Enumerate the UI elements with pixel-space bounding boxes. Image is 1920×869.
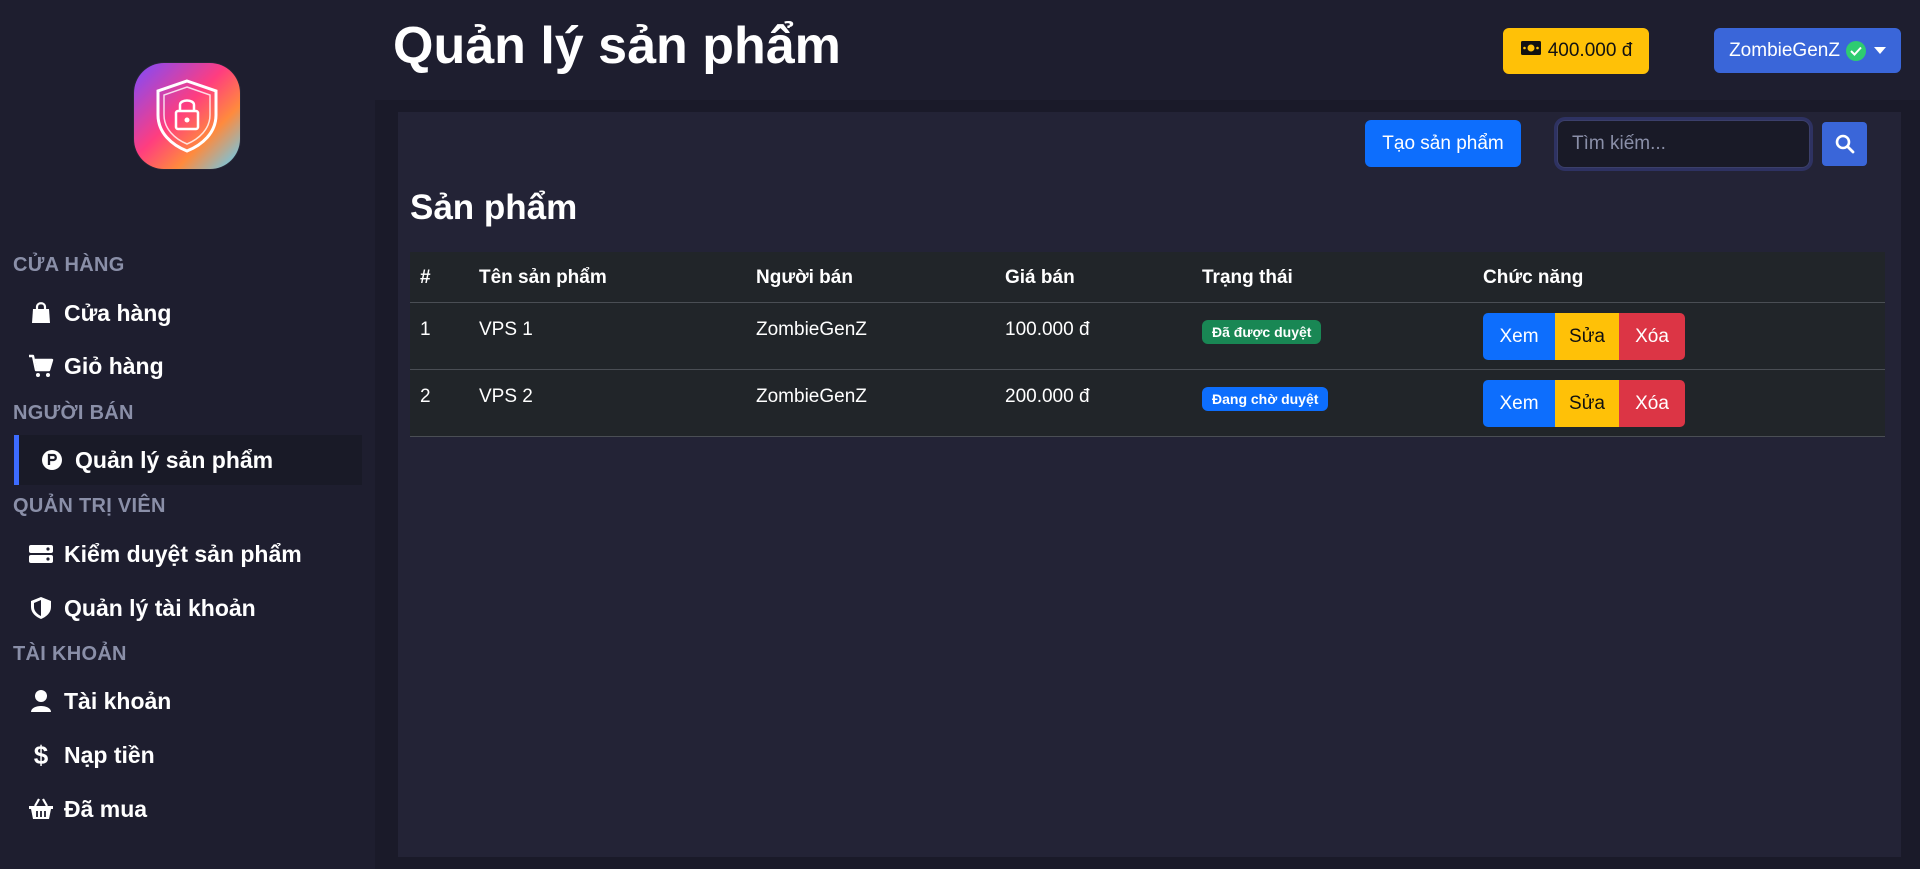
- sidebar-item-label: Quản lý tài khoản: [64, 594, 256, 621]
- sidebar-item-purchased[interactable]: Đã mua: [14, 784, 362, 834]
- table-row: 2 VPS 2 ZombieGenZ 200.000 đ Đang chờ du…: [410, 370, 1885, 437]
- section-label-store: CỬA HÀNG: [13, 254, 125, 276]
- table-row: 1 VPS 1 ZombieGenZ 100.000 đ Đã được duy…: [410, 303, 1885, 370]
- column-header-index: #: [420, 267, 431, 288]
- content-card: [398, 112, 1901, 857]
- basket-icon: [28, 796, 54, 822]
- product-name: VPS 1: [479, 319, 533, 340]
- sidebar-item-cart[interactable]: Giỏ hàng: [14, 341, 362, 391]
- search-input[interactable]: [1557, 120, 1810, 168]
- sidebar-item-label: Tài khoản: [64, 687, 172, 714]
- delete-button[interactable]: Xóa: [1619, 313, 1685, 360]
- product-name: VPS 2: [479, 386, 533, 407]
- sidebar-item-store[interactable]: Cửa hàng: [14, 288, 362, 338]
- user-icon: [28, 688, 54, 714]
- sidebar: CỬA HÀNG Cửa hàng Giỏ hàng NGƯỜI BÁN Quả…: [0, 0, 375, 869]
- column-header-actions: Chức năng: [1483, 267, 1584, 288]
- status-badge: Đã được duyệt: [1202, 320, 1322, 344]
- sidebar-item-label: Nạp tiền: [64, 741, 155, 768]
- search-button[interactable]: [1822, 122, 1867, 166]
- sidebar-item-label: Cửa hàng: [64, 299, 172, 326]
- search-icon: [1835, 134, 1854, 154]
- sidebar-item-deposit[interactable]: $ Nạp tiền: [14, 730, 362, 780]
- column-header-status: Trạng thái: [1202, 267, 1293, 288]
- create-product-button[interactable]: Tạo sản phẩm: [1365, 120, 1521, 167]
- username: ZombieGenZ: [1729, 39, 1840, 61]
- section-label-seller: NGƯỜI BÁN: [13, 402, 134, 424]
- dollar-icon: $: [33, 739, 49, 770]
- page-title: Quản lý sản phẩm: [393, 17, 841, 75]
- balance-amount: 400.000 đ: [1547, 40, 1633, 61]
- table-header: # Tên sản phẩm Người bán Giá bán Trạng t…: [410, 252, 1885, 303]
- seller-name: ZombieGenZ: [756, 386, 867, 407]
- user-menu-button[interactable]: ZombieGenZ: [1714, 28, 1901, 73]
- product-hunt-icon: [39, 447, 65, 473]
- product-price: 200.000 đ: [1005, 386, 1090, 407]
- sidebar-item-product-review[interactable]: Kiểm duyệt sản phẩm: [14, 529, 362, 579]
- sidebar-item-account[interactable]: Tài khoản: [14, 676, 362, 726]
- chevron-down-icon: [1873, 47, 1886, 54]
- status-badge: Đang chờ duyệt: [1202, 387, 1329, 411]
- money-bill-icon: [1520, 40, 1542, 62]
- logo[interactable]: [134, 63, 240, 169]
- section-title: Sản phẩm: [410, 188, 578, 227]
- edit-button[interactable]: Sửa: [1555, 313, 1619, 360]
- products-table: # Tên sản phẩm Người bán Giá bán Trạng t…: [410, 252, 1885, 437]
- column-header-price: Giá bán: [1005, 267, 1075, 288]
- row-index: 1: [420, 319, 431, 340]
- row-index: 2: [420, 386, 431, 407]
- seller-name: ZombieGenZ: [756, 319, 867, 340]
- sidebar-item-product-management[interactable]: Quản lý sản phẩm: [14, 435, 362, 485]
- product-price: 100.000 đ: [1005, 319, 1090, 340]
- section-label-account: TÀI KHOẢN: [13, 643, 127, 665]
- edit-button[interactable]: Sửa: [1555, 380, 1619, 427]
- shopping-bag-icon: [28, 300, 54, 326]
- sidebar-item-label: Đã mua: [64, 795, 148, 822]
- section-label-admin: QUẢN TRỊ VIÊN: [13, 495, 166, 517]
- shield-lock-icon: [156, 79, 218, 153]
- server-icon: [28, 541, 54, 567]
- column-header-seller: Người bán: [756, 267, 853, 288]
- sidebar-item-label: Kiểm duyệt sản phẩm: [64, 540, 302, 567]
- column-header-name: Tên sản phẩm: [479, 267, 607, 288]
- view-button[interactable]: Xem: [1483, 380, 1555, 427]
- cart-icon: [28, 353, 54, 379]
- balance-button[interactable]: 400.000 đ: [1503, 28, 1649, 74]
- sidebar-item-label: Quản lý sản phẩm: [75, 446, 274, 473]
- sidebar-item-account-management[interactable]: Quản lý tài khoản: [14, 583, 362, 633]
- delete-button[interactable]: Xóa: [1619, 380, 1685, 427]
- view-button[interactable]: Xem: [1483, 313, 1555, 360]
- verified-check-icon: [1845, 40, 1866, 61]
- shield-icon: [28, 595, 54, 621]
- sidebar-item-label: Giỏ hàng: [64, 352, 164, 379]
